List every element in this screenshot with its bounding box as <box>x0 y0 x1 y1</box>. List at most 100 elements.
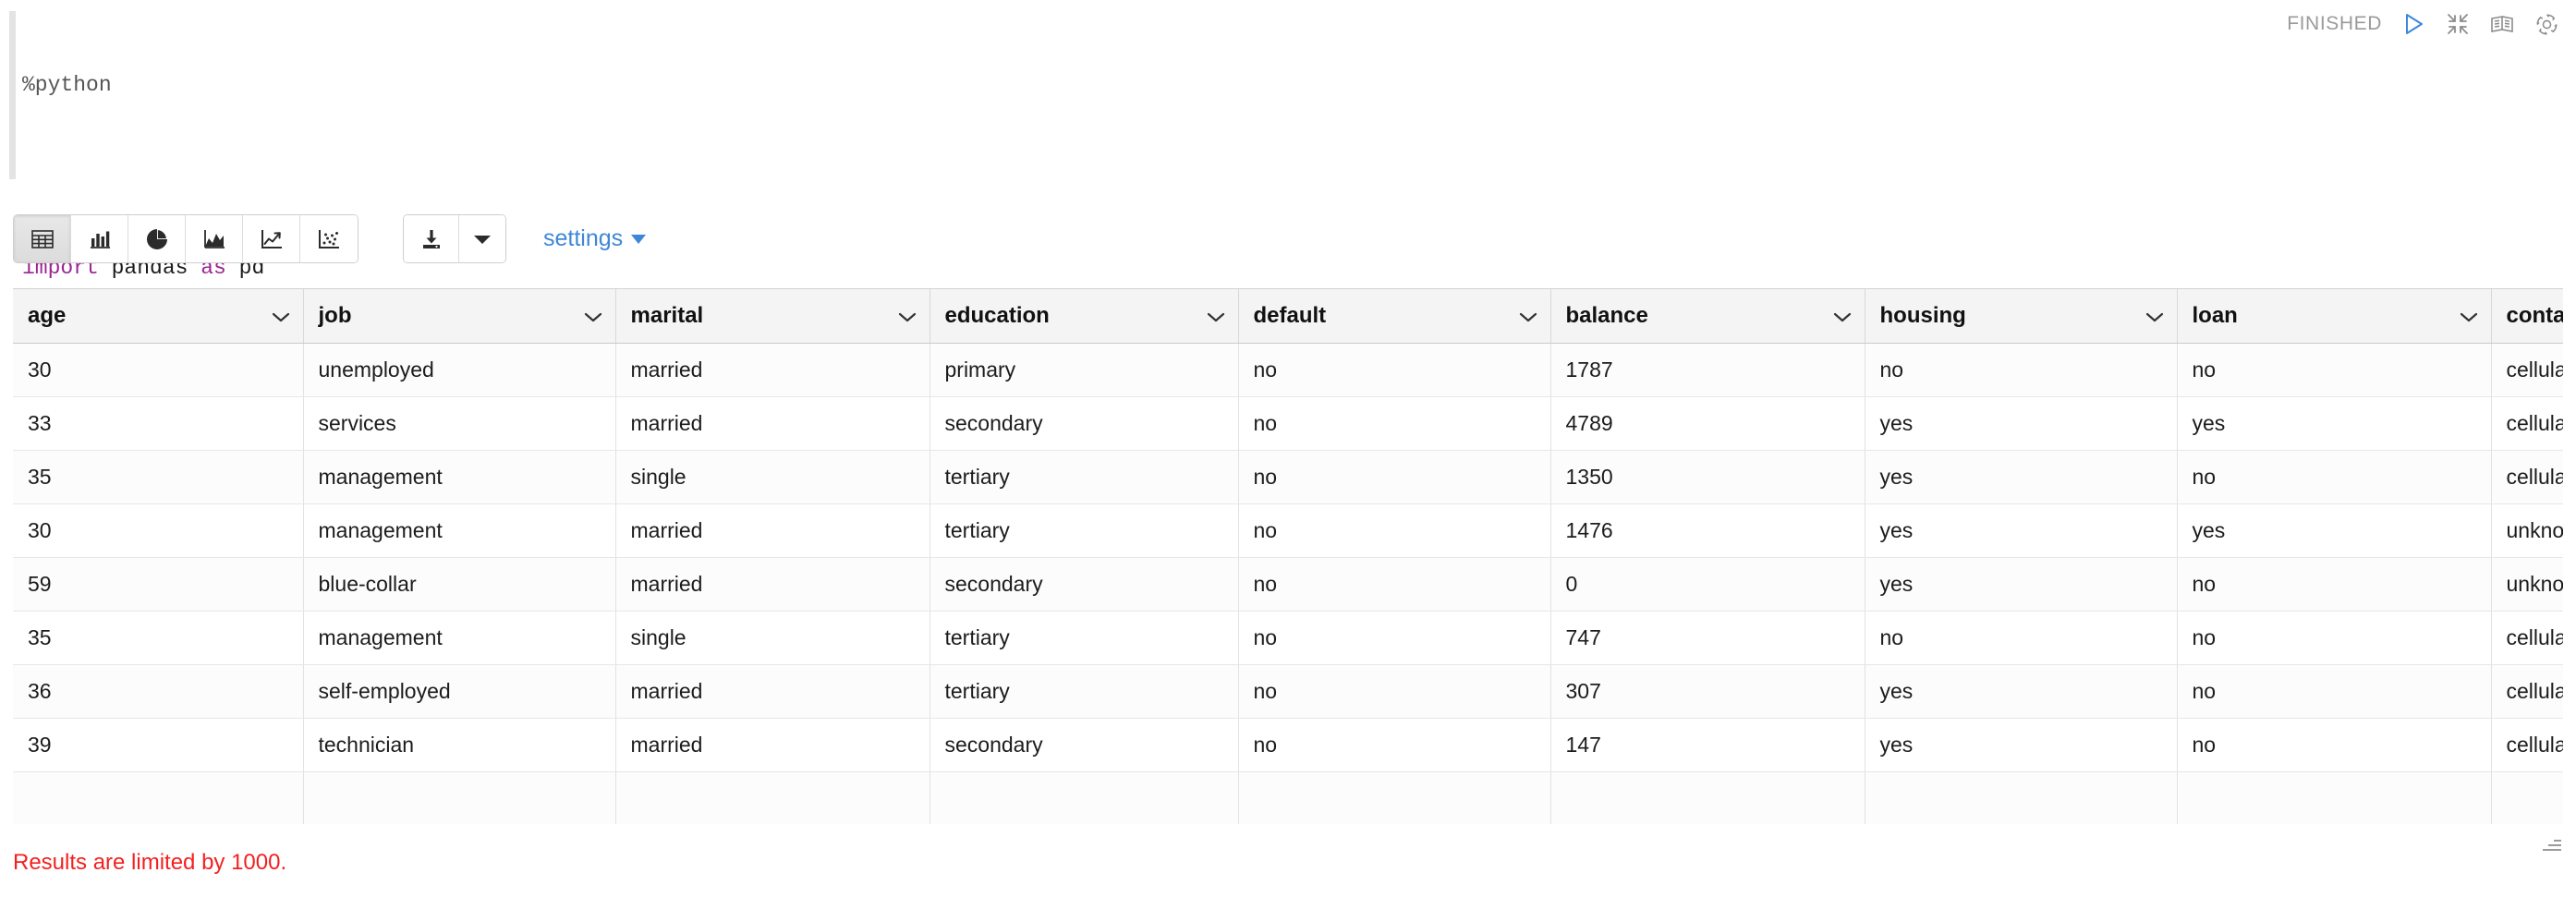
chevron-down-icon[interactable] <box>2460 303 2478 329</box>
cell-balance: 1787 <box>1550 343 1865 396</box>
cell-housing: yes <box>1865 718 2177 771</box>
results-table-container[interactable]: age job marital <box>13 288 2563 824</box>
cell-job: self-employed <box>303 664 615 718</box>
cell-loan: yes <box>2177 396 2491 450</box>
cell-default: no <box>1238 611 1550 664</box>
cell-marital: single <box>615 611 930 664</box>
cell-age: 35 <box>13 450 303 503</box>
cell-contact: cellular <box>2491 396 2563 450</box>
column-header-marital[interactable]: marital <box>615 289 930 343</box>
cell-housing <box>1865 771 2177 824</box>
column-header-housing[interactable]: housing <box>1865 289 2177 343</box>
cell-default: no <box>1238 664 1550 718</box>
results-table: age job marital <box>13 289 2563 824</box>
cell-education: secondary <box>930 396 1238 450</box>
column-label: job <box>319 303 352 328</box>
settings-toggle[interactable]: settings <box>543 225 646 252</box>
table-row[interactable] <box>13 771 2563 824</box>
cell-housing: yes <box>1865 557 2177 611</box>
column-header-balance[interactable]: balance <box>1550 289 1865 343</box>
chevron-down-icon[interactable] <box>1833 303 1852 329</box>
column-label: housing <box>1880 303 1966 328</box>
chart-type-bar[interactable] <box>71 215 128 262</box>
download-dropdown-caret[interactable] <box>459 215 505 262</box>
cell-age <box>13 771 303 824</box>
chart-type-line[interactable] <box>243 215 300 262</box>
cell-default: no <box>1238 343 1550 396</box>
cell-default <box>1238 771 1550 824</box>
column-header-default[interactable]: default <box>1238 289 1550 343</box>
chart-type-pie[interactable] <box>128 215 186 262</box>
cell-education: tertiary <box>930 450 1238 503</box>
column-label: age <box>28 303 66 328</box>
chevron-down-icon[interactable] <box>584 303 602 329</box>
collapse-icon[interactable] <box>2445 11 2471 37</box>
cell-education: tertiary <box>930 664 1238 718</box>
cell-age: 36 <box>13 664 303 718</box>
cell-default: no <box>1238 557 1550 611</box>
column-header-age[interactable]: age <box>13 289 303 343</box>
cell-job: unemployed <box>303 343 615 396</box>
cell-balance: 4789 <box>1550 396 1865 450</box>
cell-education <box>930 771 1238 824</box>
column-header-loan[interactable]: loan <box>2177 289 2491 343</box>
cell-balance: 307 <box>1550 664 1865 718</box>
code-line-blank <box>22 162 532 192</box>
cell-loan <box>2177 771 2491 824</box>
chevron-down-icon[interactable] <box>1207 303 1225 329</box>
cell-age: 39 <box>13 718 303 771</box>
chart-type-scatter[interactable] <box>300 215 358 262</box>
results-limit-message: Results are limited by 1000. <box>13 850 286 876</box>
run-icon[interactable] <box>2400 11 2426 37</box>
table-row[interactable]: 59 blue-collar married secondary no 0 ye… <box>13 557 2563 611</box>
book-icon[interactable] <box>2489 11 2515 37</box>
column-label: balance <box>1566 303 1648 328</box>
code-cell[interactable]: %python import pandas as pd rates = pd.r… <box>0 0 2576 185</box>
chart-type-table[interactable] <box>14 215 71 262</box>
cell-marital: single <box>615 450 930 503</box>
table-row[interactable]: 30 management married tertiary no 1476 y… <box>13 503 2563 557</box>
cell-marital: married <box>615 396 930 450</box>
table-row[interactable]: 30 unemployed married primary no 1787 no… <box>13 343 2563 396</box>
cell-education: secondary <box>930 557 1238 611</box>
cell-balance: 147 <box>1550 718 1865 771</box>
paragraph-status-bar: FINISHED <box>2287 11 2559 37</box>
download-icon[interactable] <box>404 215 459 262</box>
table-row[interactable]: 33 services married secondary no 4789 ye… <box>13 396 2563 450</box>
column-header-job[interactable]: job <box>303 289 615 343</box>
chart-type-area[interactable] <box>186 215 243 262</box>
chevron-down-icon[interactable] <box>272 303 290 329</box>
table-header-row: age job marital <box>13 289 2563 343</box>
cell-job: services <box>303 396 615 450</box>
table-row[interactable]: 35 management single tertiary no 747 no … <box>13 611 2563 664</box>
cell-job: blue-collar <box>303 557 615 611</box>
table-row[interactable]: 39 technician married secondary no 147 y… <box>13 718 2563 771</box>
gear-icon[interactable] <box>2533 11 2559 37</box>
chevron-down-icon[interactable] <box>2145 303 2164 329</box>
table-row[interactable]: 35 management single tertiary no 1350 ye… <box>13 450 2563 503</box>
resize-grip-handle[interactable] <box>2541 831 2561 852</box>
chevron-down-icon[interactable] <box>1519 303 1537 329</box>
cell-contact: cellular <box>2491 664 2563 718</box>
settings-label: settings <box>543 225 623 252</box>
column-header-education[interactable]: education <box>930 289 1238 343</box>
code-gutter <box>9 11 16 179</box>
cell-loan: no <box>2177 611 2491 664</box>
cell-balance: 0 <box>1550 557 1865 611</box>
cell-education: tertiary <box>930 503 1238 557</box>
table-body: 30 unemployed married primary no 1787 no… <box>13 343 2563 824</box>
cell-age: 59 <box>13 557 303 611</box>
download-group <box>403 214 506 263</box>
cell-housing: yes <box>1865 503 2177 557</box>
cell-loan: yes <box>2177 503 2491 557</box>
table-row[interactable]: 36 self-employed married tertiary no 307… <box>13 664 2563 718</box>
cell-housing: no <box>1865 611 2177 664</box>
column-header-contact[interactable]: contact <box>2491 289 2563 343</box>
column-label: contact <box>2507 303 2564 328</box>
cell-housing: yes <box>1865 664 2177 718</box>
cell-default: no <box>1238 718 1550 771</box>
cell-loan: no <box>2177 557 2491 611</box>
cell-contact: cellular <box>2491 611 2563 664</box>
cell-balance: 1476 <box>1550 503 1865 557</box>
chevron-down-icon[interactable] <box>898 303 917 329</box>
